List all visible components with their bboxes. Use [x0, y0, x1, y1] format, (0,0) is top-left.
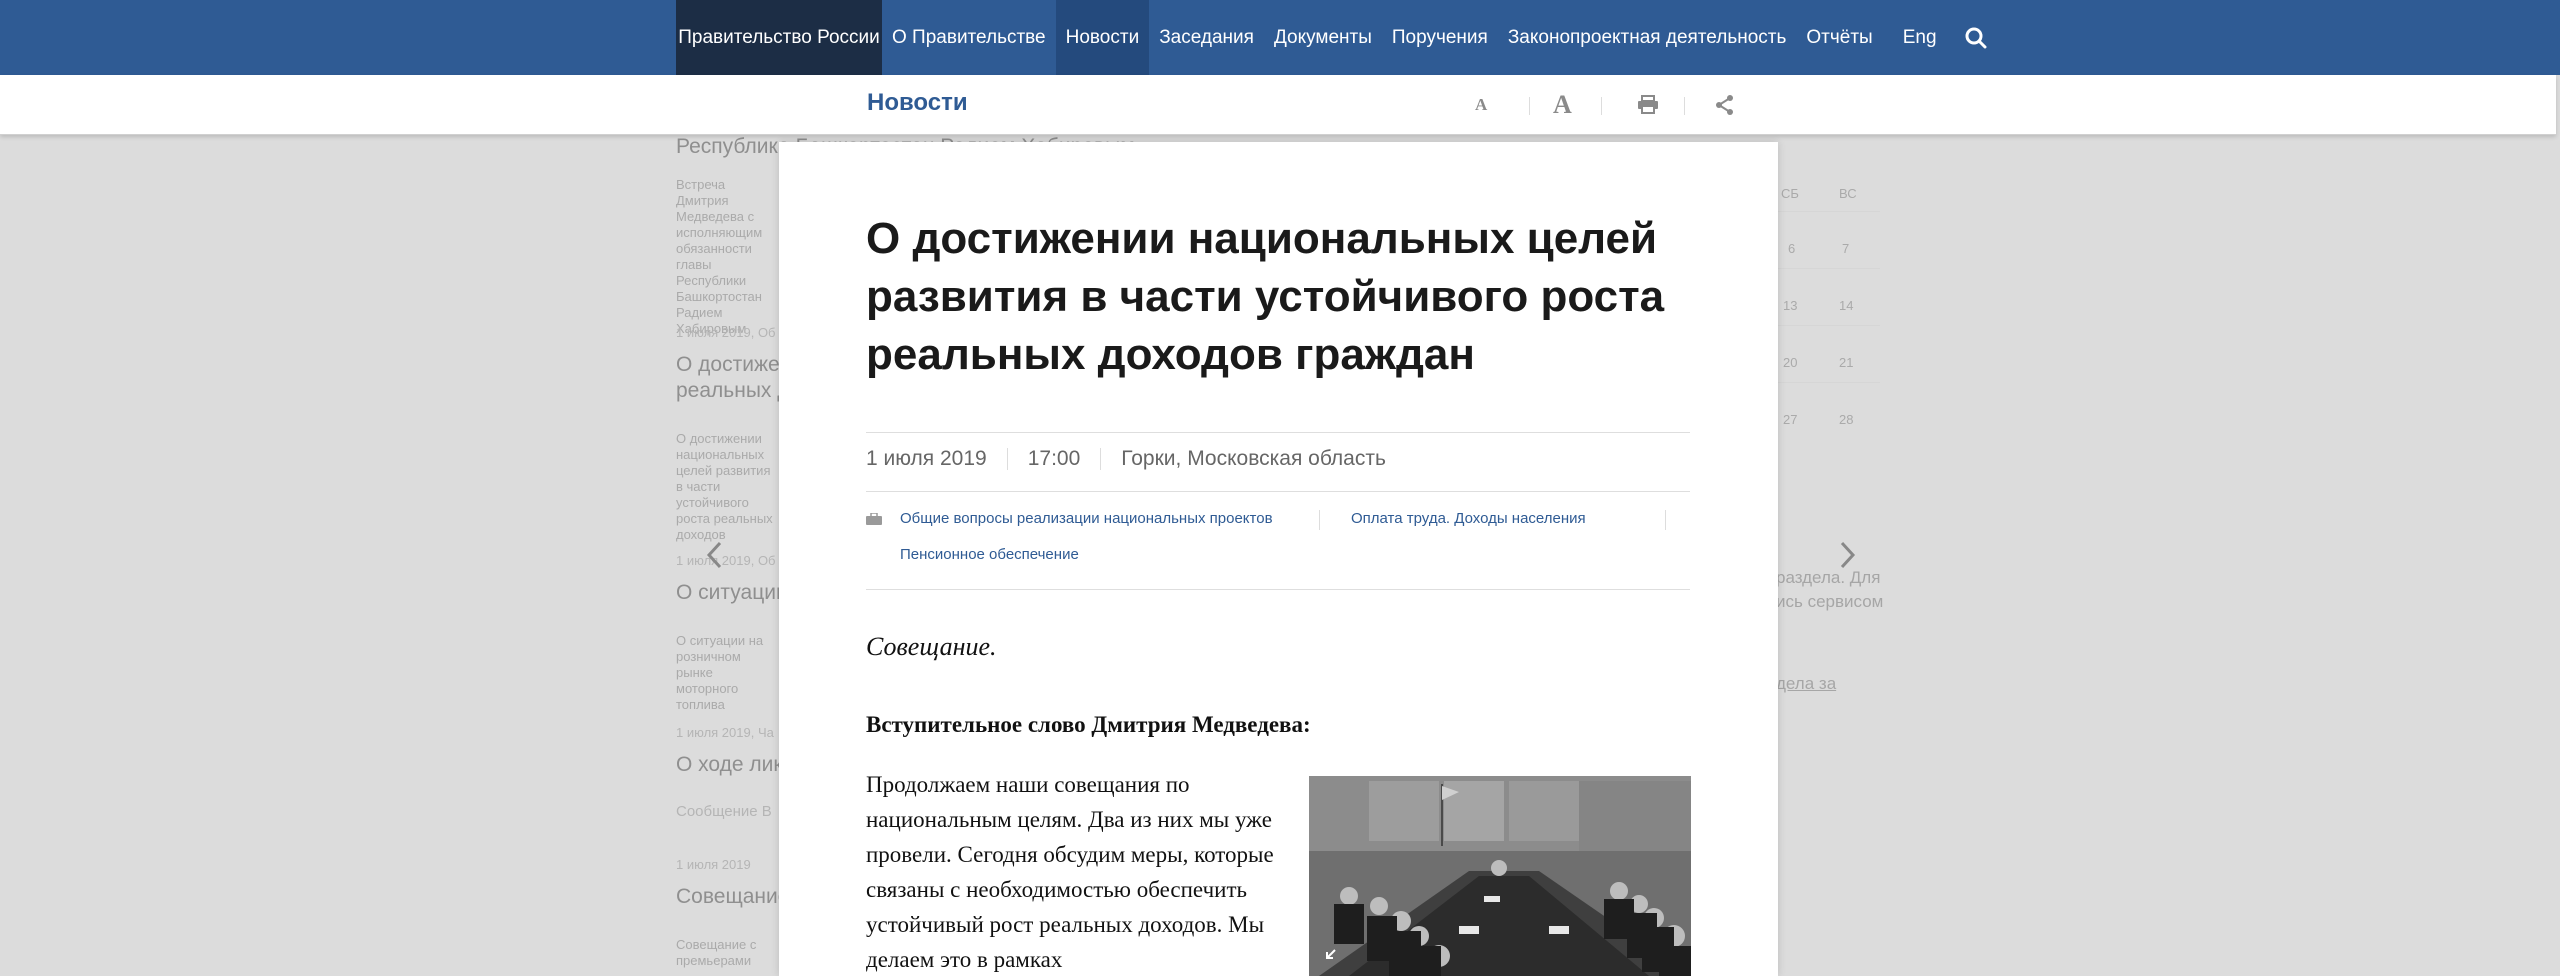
calendar-day[interactable]: 20 — [1783, 355, 1797, 370]
briefcase-icon — [866, 513, 882, 525]
tag-wages-income[interactable]: Оплата труда. Доходы населения — [1319, 510, 1586, 527]
nav-brand-link[interactable]: Правительство России — [676, 0, 882, 75]
background-date: 1 июля 2019, Об — [676, 325, 776, 340]
meta-divider — [1006, 448, 1008, 470]
background-image-alt: Совещание с премьерами — [676, 937, 757, 968]
tag-divider — [1665, 510, 1666, 530]
calendar-header: СБ — [1781, 186, 1799, 201]
font-increase-button[interactable]: A — [1553, 90, 1572, 119]
calendar-day[interactable]: 7 — [1842, 241, 1849, 256]
search-icon[interactable] — [1957, 0, 1995, 75]
calendar-divider — [1776, 382, 1880, 383]
calendar-header: ВС — [1839, 186, 1857, 201]
background-image-alt: Встреча Дмитрия Медведева с исполняющим … — [676, 177, 763, 336]
background-headline[interactable]: О ходе лик — [676, 753, 783, 777]
divider — [866, 491, 1690, 492]
background-subtext: Сообщение В — [676, 803, 772, 820]
article-date: 1 июля 2019 — [866, 447, 987, 470]
article-lead: Совещание. — [866, 632, 997, 661]
calendar-divider — [1776, 325, 1880, 326]
article-place: Горки, Московская область — [1121, 447, 1386, 470]
nav-item-instructions[interactable]: Поручения — [1382, 0, 1498, 75]
background-headline[interactable]: Совещание — [676, 885, 789, 909]
font-decrease-button[interactable]: A — [1475, 92, 1487, 118]
article-photo[interactable] — [1309, 776, 1691, 976]
article-title: О достижении национальных целей развития… — [866, 214, 1665, 379]
nav-item-reports[interactable]: Отчёты — [1796, 0, 1882, 75]
tag-national-projects[interactable]: Общие вопросы реализации национальных пр… — [900, 510, 1273, 527]
background-side-link[interactable]: дела за — [1776, 674, 1836, 694]
toolbar-divider — [1529, 97, 1530, 115]
meeting-photo-image — [1309, 776, 1691, 976]
article-modal: О достижении национальных целей развития… — [779, 142, 1778, 976]
tag-pensions[interactable]: Пенсионное обеспечение — [900, 546, 1079, 563]
background-side-text: ись сервисом — [1776, 592, 1884, 611]
nav-item-news[interactable]: Новости — [1055, 0, 1150, 75]
next-arrow-icon[interactable] — [1832, 535, 1862, 575]
toolbar-divider — [1684, 97, 1685, 115]
background-date: 1 июля 2019, Ча — [676, 725, 774, 740]
background-side-text: раздела. Для — [1776, 568, 1881, 587]
background-date: 1 июля 2019 — [676, 857, 751, 872]
background-image-alt: О достижении национальных целей развития… — [676, 431, 773, 542]
top-navigation: Правительство России О Правительстве Нов… — [0, 0, 2560, 75]
article-meta: 1 июля 2019 17:00 Горки, Московская обла… — [866, 447, 1386, 471]
calendar-day[interactable]: 6 — [1788, 241, 1795, 256]
nav-item-legislation[interactable]: Законопроектная деятельность — [1498, 0, 1797, 75]
article-body: Продолжаем наши совещания по национальны… — [866, 772, 1274, 972]
calendar-divider — [1776, 268, 1880, 269]
calendar-day[interactable]: 21 — [1839, 355, 1853, 370]
calendar-day[interactable]: 13 — [1783, 298, 1797, 313]
divider — [866, 589, 1690, 590]
nav-item-english[interactable]: Eng — [1883, 0, 1957, 75]
background-headline[interactable]: О ситуации — [676, 581, 788, 605]
calendar-day[interactable]: 28 — [1839, 412, 1853, 427]
meta-divider — [1100, 448, 1102, 470]
share-icon[interactable] — [1715, 92, 1735, 118]
calendar-day[interactable]: 27 — [1783, 412, 1797, 427]
calendar-divider — [1776, 211, 1880, 212]
article-subhead: Вступительное слово Дмитрия Медведева: — [866, 712, 1311, 737]
nav-item-government[interactable]: О Правительстве — [882, 0, 1056, 75]
background-image-alt: О ситуации на розничном рынке моторного … — [676, 633, 764, 712]
nav-item-meetings[interactable]: Заседания — [1149, 0, 1264, 75]
previous-arrow-icon[interactable] — [700, 535, 730, 575]
calendar-day[interactable]: 14 — [1839, 298, 1853, 313]
divider — [866, 432, 1690, 433]
background-headline[interactable]: реальных д — [676, 379, 790, 403]
toolbar-divider — [1601, 97, 1602, 115]
nav-item-documents[interactable]: Документы — [1264, 0, 1382, 75]
section-title[interactable]: Новости — [867, 89, 968, 117]
article-time: 17:00 — [1027, 447, 1081, 470]
print-icon[interactable] — [1637, 92, 1659, 118]
section-header-bar: Новости A A — [0, 75, 2556, 135]
